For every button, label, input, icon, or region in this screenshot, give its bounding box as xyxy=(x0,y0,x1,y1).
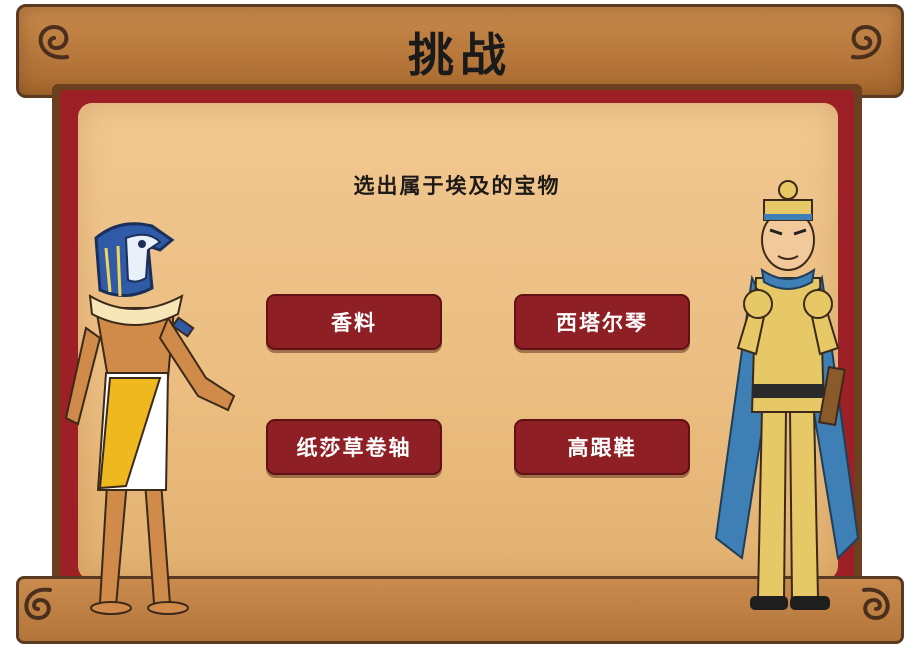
scroll-curl-icon xyxy=(24,587,52,621)
page-title: 挑战 xyxy=(408,28,512,82)
explorer-character xyxy=(714,180,860,610)
answer-option-sitar[interactable]: 西塔尔琴 xyxy=(514,294,690,350)
answer-option-high-heels[interactable]: 高跟鞋 xyxy=(514,419,690,475)
scroll-curl-icon xyxy=(851,25,882,60)
answer-option-papyrus-scroll[interactable]: 纸莎草卷轴 xyxy=(266,419,442,475)
answer-option-spices[interactable]: 香料 xyxy=(266,294,442,350)
horus-character xyxy=(64,222,236,615)
